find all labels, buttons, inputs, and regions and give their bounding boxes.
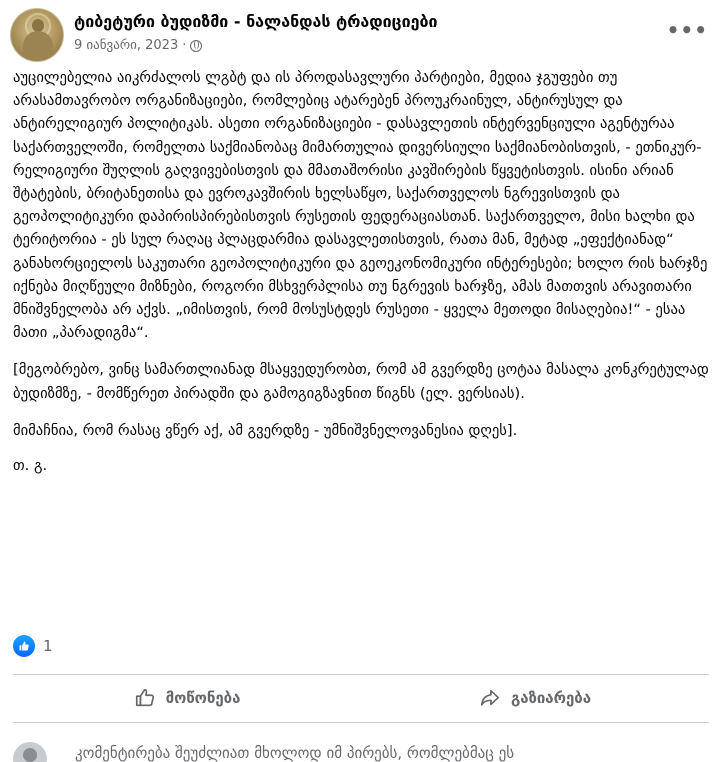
page-avatar[interactable]: [10, 8, 64, 62]
comment-restriction-notice: კომენტირება შეუძლიათ მხოლოდ იმ პირებს, რ…: [75, 744, 515, 762]
share-arrow-icon: [480, 689, 500, 706]
share-button-label: გაზიარება: [510, 689, 592, 707]
page-name-link[interactable]: ტიბეტური ბუდიზმი - ნალანდას ტრადიციები: [74, 12, 438, 31]
reaction-count: 1: [43, 637, 53, 655]
post-paragraph: მიმაჩნია, რომ რასაც ვწერ აქ, ამ გვერდზე …: [13, 421, 518, 439]
like-button-label: მოწონება: [165, 689, 241, 707]
more-horizontal-icon[interactable]: •••: [667, 18, 708, 42]
post-meta: 9 იანვარი, 2023 ·: [74, 38, 203, 53]
post-date-link[interactable]: 9 იანვარი, 2023: [74, 38, 178, 53]
post-header: ტიბეტური ბუდიზმი - ნალანდას ტრადიციები 9…: [10, 8, 712, 64]
post-paragraph: [მეგობრებო, ვინც სამართლიანად მსაყვედურო…: [13, 361, 709, 402]
post-signature: თ. გ.: [13, 457, 48, 475]
divider: [13, 722, 709, 723]
post-body: აუცილებელია აიკრძალოს ლგბტ და ის პროდასა…: [13, 66, 713, 491]
like-icon: [13, 635, 35, 657]
divider: [13, 674, 709, 675]
meta-separator: ·: [182, 38, 187, 53]
comment-notice-row: კომენტირება შეუძლიათ მხოლოდ იმ პირებს, რ…: [13, 740, 713, 762]
share-button[interactable]: გაზიარება: [361, 676, 709, 720]
reactions-summary[interactable]: 1: [13, 635, 53, 657]
user-avatar: [13, 742, 47, 762]
post-paragraph: აუცილებელია აიკრძალოს ლგბტ და ის პროდასა…: [13, 69, 708, 342]
buddha-body-shape: [23, 31, 53, 61]
like-button[interactable]: მოწონება: [13, 676, 361, 720]
thumbs-up-icon: [135, 688, 154, 707]
globe-icon[interactable]: [190, 39, 203, 52]
post-actions: მოწონება გაზიარება: [13, 676, 709, 720]
